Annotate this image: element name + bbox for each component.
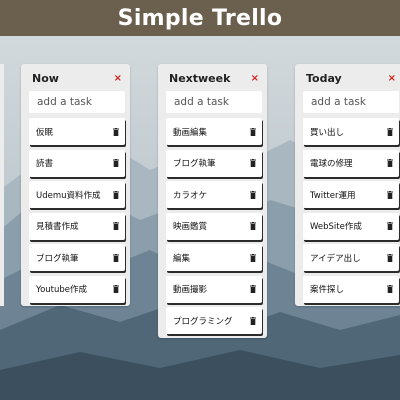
- trash-icon[interactable]: [387, 127, 393, 136]
- task-label: 買い出し: [310, 127, 345, 138]
- task-card[interactable]: 編集: [166, 244, 262, 271]
- task-label: 動画撮影: [173, 285, 208, 295]
- task-label: カラオケ: [173, 190, 208, 201]
- trash-icon[interactable]: [250, 159, 256, 167]
- list-today: Today × 買い出し 電球の修理 Twitter運用 WebSite作成 ア…: [295, 64, 400, 306]
- task-card[interactable]: 読書: [29, 149, 125, 177]
- trash-icon[interactable]: [387, 285, 393, 293]
- task-label: ブログ執筆: [173, 159, 216, 169]
- list-header: Nextweek ×: [163, 69, 262, 87]
- task-label: Udemu資料作成: [36, 190, 101, 201]
- task-label: 読書: [36, 159, 54, 169]
- trash-icon[interactable]: [250, 285, 256, 293]
- trash-icon[interactable]: [113, 285, 119, 293]
- close-icon[interactable]: ×: [114, 73, 122, 84]
- task-label: アイデア出し: [310, 253, 361, 264]
- task-card[interactable]: アイデア出し: [303, 244, 399, 271]
- app-header: Simple Trello: [0, 0, 400, 36]
- task-label: 電球の修理: [310, 159, 353, 169]
- list-title: Today: [306, 71, 342, 85]
- task-card[interactable]: ブログ執筆: [29, 244, 125, 271]
- task-label: 案件探し: [310, 285, 345, 295]
- list-header: Today ×: [300, 69, 399, 87]
- trash-icon[interactable]: [113, 253, 119, 262]
- add-task-input[interactable]: [303, 91, 399, 113]
- trash-icon[interactable]: [387, 222, 393, 230]
- trash-icon[interactable]: [250, 316, 256, 325]
- add-task-input[interactable]: [29, 91, 125, 113]
- task-label: 見積書作成: [36, 222, 79, 232]
- trash-icon[interactable]: [113, 159, 119, 167]
- task-card[interactable]: Udemu資料作成: [29, 181, 125, 208]
- task-card[interactable]: 案件探し: [303, 275, 399, 303]
- app-title: Simple Trello: [117, 5, 283, 31]
- task-label: WebSite作成: [310, 222, 362, 232]
- task-card[interactable]: 映画鑑賞: [166, 212, 262, 240]
- list-title: Nextweek: [169, 71, 231, 85]
- list-title: Now: [32, 71, 59, 85]
- task-card[interactable]: 動画編集: [166, 118, 262, 145]
- trash-icon[interactable]: [250, 127, 256, 136]
- task-card[interactable]: ブログ執筆: [166, 149, 262, 177]
- trash-icon[interactable]: [113, 127, 119, 136]
- close-icon[interactable]: ×: [251, 73, 259, 84]
- task-label: プログラミング: [173, 316, 233, 327]
- task-label: ブログ執筆: [36, 253, 79, 264]
- task-label: 編集: [173, 253, 191, 264]
- trash-icon[interactable]: [387, 253, 393, 262]
- task-label: Youtube作成: [36, 285, 87, 295]
- task-card[interactable]: Twitter運用: [303, 181, 399, 208]
- task-card[interactable]: 仮眠: [29, 118, 125, 145]
- add-task-input[interactable]: [166, 91, 262, 113]
- close-icon[interactable]: ×: [388, 73, 396, 84]
- trash-icon[interactable]: [387, 159, 393, 167]
- task-label: 仮眠: [36, 127, 54, 138]
- trash-icon[interactable]: [250, 222, 256, 230]
- task-label: 映画鑑賞: [173, 222, 208, 232]
- task-label: Twitter運用: [310, 190, 356, 201]
- list-now: Now × 仮眠 読書 Udemu資料作成 見積書作成 ブログ執筆 Youtub…: [21, 64, 130, 306]
- task-card[interactable]: Youtube作成: [29, 275, 125, 303]
- trash-icon[interactable]: [113, 190, 119, 199]
- task-card[interactable]: WebSite作成: [303, 212, 399, 240]
- trash-icon[interactable]: [113, 222, 119, 230]
- trash-icon[interactable]: [250, 190, 256, 199]
- task-label: 動画編集: [173, 127, 208, 138]
- list-nextweek: Nextweek × 動画編集 ブログ執筆 カラオケ 映画鑑賞 編集 動画撮影 …: [158, 64, 267, 338]
- task-card[interactable]: 電球の修理: [303, 149, 399, 177]
- task-card[interactable]: 買い出し: [303, 118, 399, 145]
- list-header: Now ×: [26, 69, 125, 87]
- task-card[interactable]: 動画撮影: [166, 275, 262, 303]
- task-card[interactable]: プログラミング: [166, 307, 262, 334]
- trash-icon[interactable]: [250, 253, 256, 262]
- partial-list-edge: [0, 64, 4, 306]
- trash-icon[interactable]: [387, 190, 393, 199]
- task-card[interactable]: カラオケ: [166, 181, 262, 208]
- task-card[interactable]: 見積書作成: [29, 212, 125, 240]
